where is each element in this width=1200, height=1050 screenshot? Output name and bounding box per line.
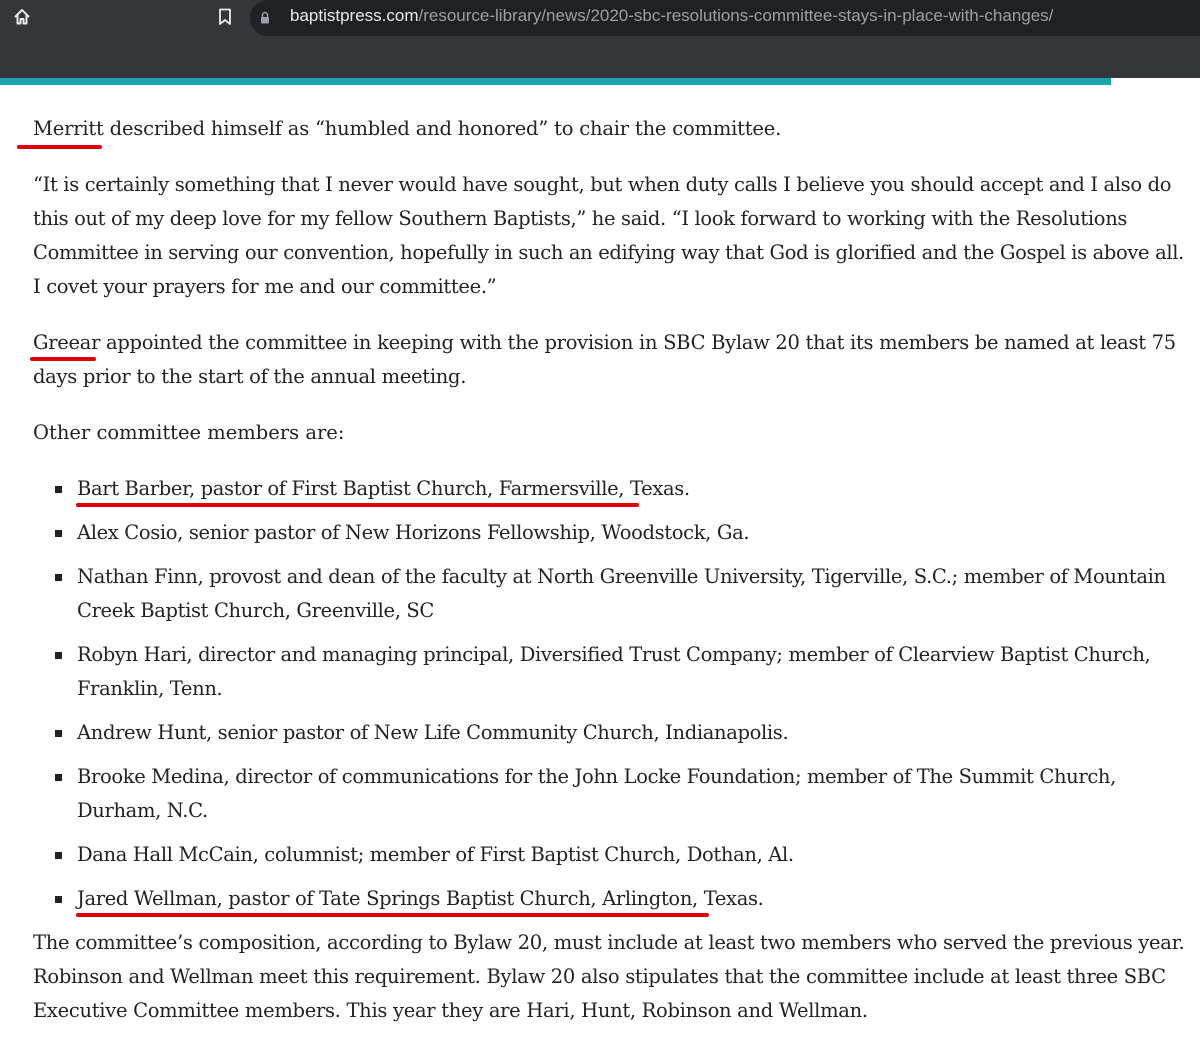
highlight-merritt: Merritt (17, 112, 104, 149)
url-text[interactable]: baptistpress.com/resource-library/news/2… (290, 6, 1053, 26)
article-body: Merritt described himself as “humbled an… (17, 112, 1193, 1050)
url-domain: baptistpress.com (290, 6, 419, 25)
list-item: Robyn Hari, director and managing princi… (33, 638, 1193, 706)
paragraph-greear: Greear appointed the committee in keepin… (30, 326, 1193, 394)
red-underline (76, 913, 709, 917)
list-item: Bart Barber, pastor of First Baptist Chu… (33, 472, 1193, 507)
list-item: Jared Wellman, pastor of Tate Springs Ba… (33, 882, 1193, 917)
url-path: /resource-library/news/2020-sbc-resoluti… (418, 6, 1054, 25)
bookmark-icon[interactable] (217, 8, 233, 26)
red-underline (17, 145, 102, 149)
members-intro: Other committee members are: (33, 421, 345, 444)
member-text: Bart Barber, pastor of First Baptist Chu… (77, 477, 690, 500)
home-icon[interactable] (12, 7, 32, 27)
list-item: Dana Hall McCain, columnist; member of F… (33, 838, 1193, 872)
red-underline (30, 357, 96, 361)
paragraph-composition: The committee’s composition, according t… (33, 931, 1185, 1022)
lock-icon (261, 11, 269, 24)
list-item: Brooke Medina, director of communication… (33, 760, 1193, 828)
member-text: Jared Wellman, pastor of Tate Springs Ba… (77, 887, 764, 910)
highlight-greear: Greear (30, 326, 101, 361)
browser-toolbar: baptistpress.com/resource-library/news/2… (0, 0, 1200, 78)
paragraph-merritt: Merritt described himself as “humbled an… (17, 112, 1193, 149)
address-bar[interactable]: baptistpress.com/resource-library/news/2… (250, 0, 1200, 36)
highlight-wellman: Jared Wellman, pastor of Tate Springs Ba… (76, 882, 764, 917)
name-merritt: Merritt (33, 117, 104, 140)
list-item: Andrew Hunt, senior pastor of New Life C… (33, 716, 1193, 750)
highlight-barber: Bart Barber, pastor of First Baptist Chu… (76, 472, 690, 507)
name-greear: Greear (33, 331, 101, 354)
paragraph-text: described himself as “humbled and honore… (103, 117, 782, 140)
reading-progress-bar (0, 78, 1112, 85)
list-item: Nathan Finn, provost and dean of the fac… (33, 560, 1193, 628)
committee-member-list: Bart Barber, pastor of First Baptist Chu… (33, 472, 1193, 917)
list-item: Alex Cosio, senior pastor of New Horizon… (33, 516, 1193, 550)
paragraph-quote: “It is certainly something that I never … (33, 173, 1184, 298)
paragraph-text: appointed the committee in keeping with … (33, 331, 1176, 388)
red-underline (76, 503, 639, 507)
